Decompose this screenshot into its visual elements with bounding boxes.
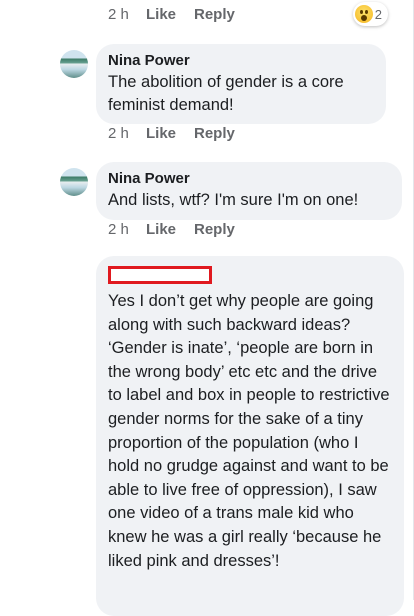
like-button[interactable]: Like: [146, 125, 194, 142]
comment-actions: 2 h Like Reply: [108, 125, 235, 142]
comment-bubble: Nina Power The abolition of gender is a …: [96, 44, 386, 124]
comment-text: And lists, wtf? I'm sure I'm on one!: [108, 191, 359, 209]
comment-text: Yes I don’t get why people are going alo…: [108, 292, 390, 570]
comment-time: 2 h: [108, 6, 129, 23]
reply-button[interactable]: Reply: [194, 6, 235, 23]
reply-button[interactable]: Reply: [194, 221, 235, 238]
avatar[interactable]: [60, 168, 88, 196]
comment-time: 2 h: [108, 221, 129, 238]
reply-button[interactable]: Reply: [194, 125, 235, 142]
wow-emoji-icon: [354, 5, 373, 23]
comment-time: 2 h: [108, 125, 129, 142]
comment-actions: 2 h Like Reply: [108, 221, 235, 238]
reaction-badge[interactable]: 2: [352, 2, 388, 26]
redacted-author-name: [108, 266, 212, 284]
comment-author[interactable]: Nina Power: [108, 52, 374, 69]
avatar[interactable]: [60, 50, 88, 78]
comment-bubble: Nina Power And lists, wtf? I'm sure I'm …: [96, 162, 402, 220]
reaction-count: 2: [374, 6, 382, 22]
like-button[interactable]: Like: [146, 6, 194, 23]
comment-actions: 2 h Like Reply: [108, 6, 235, 23]
comment-bubble: Yes I don’t get why people are going alo…: [96, 256, 404, 616]
comment-text: The abolition of gender is a core femini…: [108, 73, 344, 114]
like-button[interactable]: Like: [146, 221, 194, 238]
comment-author[interactable]: Nina Power: [108, 170, 390, 187]
